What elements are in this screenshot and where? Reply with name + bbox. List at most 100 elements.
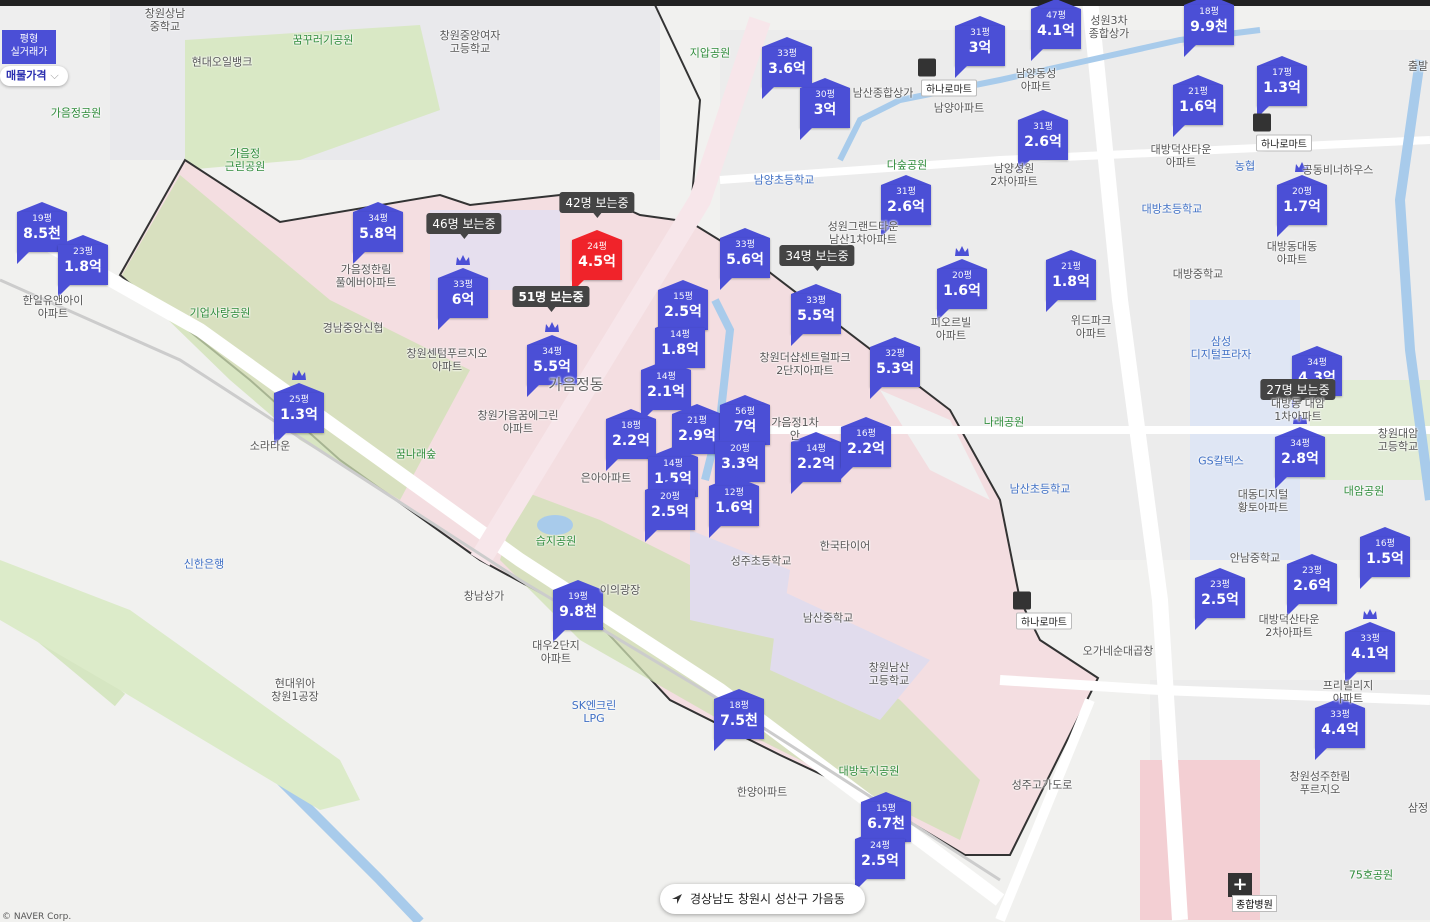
place-label[interactable]: 창원상남 중학교 [145,7,185,33]
place-label[interactable]: 한양아파트 [737,786,788,799]
place-label[interactable]: 지압공원 [690,47,730,60]
place-label[interactable]: 창원중앙여자 고등학교 [440,29,501,55]
place-label[interactable]: GS칼텍스 [1198,455,1244,468]
place-label[interactable]: 삼성 디지털프라자 [1191,335,1252,361]
place-label[interactable]: 대방동 대암 1차아파트 [1271,397,1325,423]
place-label[interactable]: 대방덕산타운 아파트 [1151,143,1212,169]
place-label[interactable]: 한국타이어 [820,540,871,553]
price-pin[interactable]: 33평 4.1억 [1345,609,1395,684]
place-label[interactable]: 기업사랑공원 [190,307,251,320]
place-label[interactable]: 가음정1차 안 [771,416,818,442]
place-label[interactable]: 꿈꾸러기공원 [293,34,354,47]
place-label[interactable]: 꿈나래숲 [396,448,436,461]
place-label[interactable]: 남양성원 2차아파트 [990,162,1037,188]
price-pin[interactable]: 16평 2.2억 [841,417,891,479]
place-label[interactable]: 대방동대동 아파트 [1267,240,1318,266]
price-pin[interactable]: 21평 1.6억 [1173,75,1223,137]
price-pin[interactable]: 12평 1.6억 [709,476,759,538]
place-label[interactable]: 창원가음꿈에그린 아파트 [478,409,559,435]
place-label[interactable]: 오가네순대곱창 [1083,645,1154,658]
place-label[interactable]: 창원더샵센트럴파크 2단지아파트 [759,351,850,377]
price-pin[interactable]: 24평 2.5억 [855,829,905,891]
price-pin[interactable]: 33평 5.6억 [720,228,770,290]
place-label[interactable]: 창원대암 고등학교 [1378,427,1418,453]
place-label[interactable]: 소라타운 [250,440,290,453]
price-pin[interactable]: 32평 5.3억 [870,337,920,399]
place-label[interactable]: 성주고가도로 [1012,779,1073,792]
place-label[interactable]: 대방녹지공원 [839,765,900,778]
place-label[interactable]: 대방중학교 [1173,268,1224,281]
place-label[interactable]: 현대오일뱅크 [192,56,253,69]
place-label[interactable]: 창원센텀푸르지오 아파트 [407,347,488,373]
price-pin[interactable]: 34평 5.8억 [353,202,403,264]
store-marker[interactable]: 하나로마트 [1253,113,1312,152]
place-label[interactable]: 남산중학교 [803,612,854,625]
viewers-badge[interactable]: 46명 보는중 [426,213,502,239]
place-label[interactable]: 가음정공원 [51,107,102,120]
place-label[interactable]: 남산초등학교 [1010,483,1071,496]
price-pin[interactable]: 18평 9.9천 [1184,0,1234,57]
place-label[interactable]: 현대위아 창원1공장 [271,677,318,703]
filter-panel[interactable]: 평형 실거래가 매물가격 ⌵ [0,30,68,86]
place-label[interactable]: 경남중앙신협 [323,322,384,335]
place-label[interactable]: 75호공원 [1349,869,1393,882]
place-label[interactable]: 대동디지털 황토아파트 [1238,488,1289,514]
place-label[interactable]: 대방덕산타운 2차아파트 [1259,613,1320,639]
price-pin[interactable]: 23평 2.6억 [1287,554,1337,616]
place-label[interactable]: 창원성주한림 푸르지오 [1290,770,1351,796]
place-label[interactable]: 프리빌리지 아파트 [1323,679,1374,705]
place-label[interactable]: 공동비너하우스 [1303,164,1374,177]
price-pin[interactable]: 21평 1.8억 [1046,250,1096,312]
place-label[interactable]: 성원3차 종합상가 [1089,14,1129,40]
place-label[interactable]: 안남중학교 [1230,552,1281,565]
price-pin[interactable]: 33평 6억 [438,255,488,330]
place-label[interactable]: 한일유앤아이 아파트 [23,294,84,320]
place-label[interactable]: 삼정 [1408,802,1428,815]
place-label[interactable]: 남산종합상가 [853,87,914,100]
price-pin[interactable]: 25평 1.3억 [274,370,324,445]
place-label[interactable]: 남양초등학교 [754,174,815,187]
price-pin[interactable]: 16평 1.5억 [1360,527,1410,589]
place-label[interactable]: 창남상가 [464,590,504,603]
price-pin[interactable]: 31평 3억 [955,16,1005,78]
place-label[interactable]: 농협 [1235,160,1255,173]
price-pin[interactable]: 17평 1.3억 [1257,56,1307,118]
place-label[interactable]: 피오르빌 아파트 [931,316,971,342]
price-pin[interactable]: 20평 2.5억 [645,480,695,542]
place-label[interactable]: 나래공원 [984,416,1024,429]
place-label[interactable]: 습지공원 [536,535,576,548]
price-pin[interactable]: 23평 1.8억 [58,235,108,297]
place-label[interactable]: 가음정한림 풀에버아파트 [336,263,397,289]
price-pin[interactable]: 23평 2.5억 [1195,568,1245,630]
price-pin[interactable]: 30평 3억 [800,78,850,140]
place-label[interactable]: 남양아파트 [934,102,985,115]
price-pin[interactable]: 20평 1.7억 [1277,162,1327,237]
place-label[interactable]: 대암공원 [1344,485,1384,498]
viewers-badge[interactable]: 51명 보는중 [512,286,590,312]
price-pin[interactable]: 34평 2.8억 [1275,414,1325,489]
place-label[interactable]: 남양동성 아파트 [1016,67,1056,93]
price-pin[interactable]: 47평 4.1억 [1031,0,1081,61]
place-label[interactable]: 성주초등학교 [731,555,792,568]
place-label[interactable]: 은아아파트 [581,472,632,485]
store-marker[interactable]: 하나로마트 [1013,591,1072,630]
place-label[interactable]: 창원남산 고등학교 [869,661,909,687]
place-label[interactable]: 대우2단지 아파트 [532,639,579,665]
place-label[interactable]: 대방초등학교 [1142,203,1203,216]
hospital-marker[interactable]: + 종합병원 [1228,873,1277,912]
price-pin[interactable]: 18평 7.5천 [714,689,764,751]
place-label[interactable]: 성원그랜드타운 남산1차아파트 [828,220,899,246]
place-label[interactable]: 출발 [1408,60,1428,73]
place-label[interactable]: 다숲공원 [887,159,927,172]
place-label[interactable]: 이의광장 [600,584,640,597]
place-label[interactable]: 신한은행 [184,558,224,571]
address-bar[interactable]: 경상남도 창원시 성산구 가음동 [660,884,865,914]
price-pin[interactable]: 24평 4.5억 [572,230,622,292]
price-pin[interactable]: 20평 1.6억 [937,246,987,321]
place-label[interactable]: 가음정 근린공원 [225,147,265,173]
place-label[interactable]: SK엔크린 LPG [572,699,617,725]
place-label[interactable]: 위드파크 아파트 [1071,314,1111,340]
store-marker[interactable]: 하나로마트 [918,58,977,97]
filter-tag[interactable]: 평형 실거래가 [2,30,56,64]
price-pin[interactable]: 33평 5.5억 [791,284,841,346]
